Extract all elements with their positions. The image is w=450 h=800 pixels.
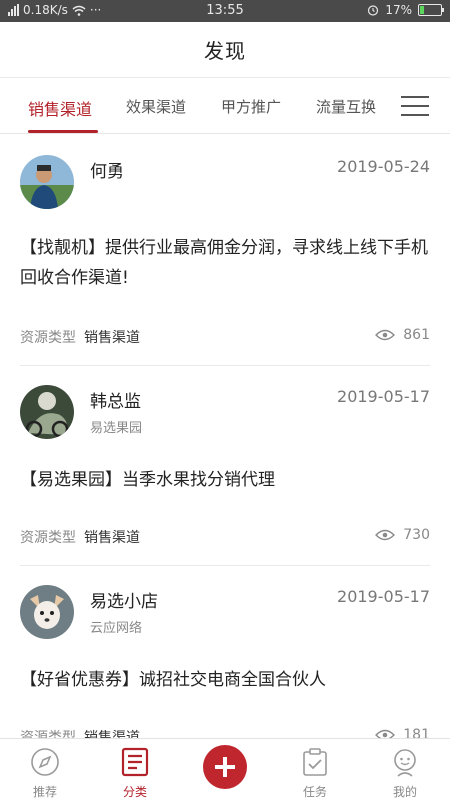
battery-icon [418, 4, 444, 16]
tab-client-promotion[interactable]: 甲方推广 [221, 96, 281, 117]
add-post-button[interactable] [203, 745, 247, 789]
post-content: 【好省优惠券】诚招社交电商全国合伙人 [20, 670, 326, 690]
post-card[interactable]: 何勇 2019-05-24 【找靓机】提供行业最高佣金分润，寻求线上线下手机回收… [0, 135, 450, 365]
active-tab-indicator [28, 130, 98, 133]
eye-icon [375, 329, 396, 341]
view-count-value: 181 [403, 727, 430, 738]
post-date: 2019-05-17 [337, 587, 430, 606]
document-icon [121, 747, 149, 777]
view-count-value: 730 [403, 527, 430, 543]
post-date: 2019-05-17 [337, 387, 430, 406]
resource-feed: 何勇 2019-05-24 【找靓机】提供行业最高佣金分润，寻求线上线下手机回收… [0, 135, 450, 738]
nav-label: 推荐 [32, 785, 57, 799]
nav-task[interactable]: 任务 [270, 739, 360, 800]
nav-label: 我的 [392, 785, 417, 799]
menu-icon[interactable] [401, 96, 429, 116]
post-card[interactable]: 易选小店 云应网络 2019-05-17 【好省优惠券】诚招社交电商全国合伙人 … [0, 565, 450, 738]
author-company: 易选果园 [90, 421, 143, 436]
avatar[interactable] [20, 585, 74, 639]
battery-percent: 17% [385, 3, 412, 17]
resource-type-label: 资源类型 [20, 530, 76, 546]
view-count: 730 [375, 527, 430, 543]
user-icon [394, 749, 416, 777]
eye-icon [375, 529, 396, 541]
status-bar: 0.18K/s ··· 13:55 17% [0, 0, 450, 22]
tab-sales-channel[interactable]: 销售渠道 [28, 96, 92, 120]
page-title: 发现 [204, 39, 246, 63]
post-meta: 资源类型 销售渠道 730 [20, 527, 430, 547]
post-meta: 资源类型 销售渠道 861 [20, 327, 430, 347]
post-content: 【易选果园】当季水果找分销代理 [20, 470, 275, 490]
category-tabs: 销售渠道 效果渠道 甲方推广 流量互换 [0, 78, 450, 134]
author-company: 云应网络 [90, 621, 143, 636]
avatar[interactable] [20, 155, 74, 209]
post-meta: 资源类型 销售渠道 181 [20, 727, 430, 738]
tab-traffic-exchange[interactable]: 流量互换 [316, 96, 376, 117]
resource-type-value: 销售渠道 [84, 730, 140, 738]
post-card[interactable]: 韩总监 易选果园 2019-05-17 【易选果园】当季水果找分销代理 资源类型… [0, 365, 450, 565]
view-count: 861 [375, 327, 430, 343]
author-name: 何勇 [90, 162, 124, 182]
author-name: 易选小店 [90, 592, 158, 612]
nav-mine[interactable]: 我的 [360, 739, 450, 800]
avatar[interactable] [20, 385, 74, 439]
post-content: 【找靓机】提供行业最高佣金分润，寻求线上线下手机回收合作渠道! [20, 238, 428, 288]
post-date: 2019-05-24 [337, 157, 430, 176]
nav-label: 任务 [302, 785, 327, 799]
clipboard-check-icon [303, 748, 327, 776]
nav-recommend[interactable]: 推荐 [0, 739, 90, 800]
alarm-icon [368, 5, 379, 16]
tab-effect-channel[interactable]: 效果渠道 [126, 96, 186, 117]
view-count-value: 861 [403, 327, 430, 343]
nav-label: 分类 [122, 785, 147, 799]
resource-type-value: 销售渠道 [84, 530, 140, 546]
compass-icon [31, 748, 59, 776]
resource-type-value: 销售渠道 [84, 330, 140, 346]
page-header: 发现 [0, 22, 450, 78]
eye-icon [375, 729, 396, 738]
author-name: 韩总监 [90, 392, 141, 412]
view-count: 181 [375, 727, 430, 738]
resource-type-label: 资源类型 [20, 330, 76, 346]
nav-category[interactable]: 分类 [90, 739, 180, 800]
resource-type-label: 资源类型 [20, 730, 76, 738]
